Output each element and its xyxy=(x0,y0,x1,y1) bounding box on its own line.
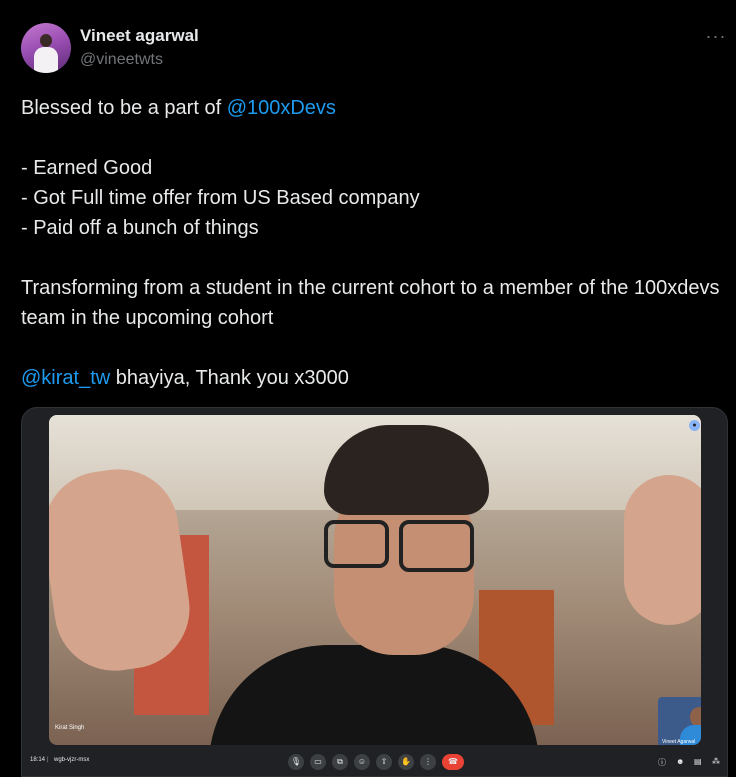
present-icon[interactable]: ⇧ xyxy=(376,754,392,770)
tweet-blank-line xyxy=(21,123,721,153)
avatar-body xyxy=(34,47,58,73)
people-icon[interactable]: ☻ xyxy=(676,757,684,766)
meet-toolbar: 18:14 | wgb-vjzr-msx 🎙 ▭ ⧉ ☺ ⇧ ✋ ⋮ ☎ ⓘ ☻… xyxy=(22,745,727,776)
glasses-right-lens xyxy=(399,520,474,572)
mic-icon[interactable]: 🎙 xyxy=(288,754,304,770)
camera-icon[interactable]: ▭ xyxy=(310,754,326,770)
meeting-separator: | xyxy=(47,757,49,763)
tweet-media[interactable]: ● Kirat Singh Vineet Agarwal 18:14 | wgb… xyxy=(21,407,728,777)
mention-link-kirat[interactable]: @kirat_tw xyxy=(21,367,110,389)
speaker-hair xyxy=(324,425,489,515)
tweet-blank-line xyxy=(21,333,721,363)
meeting-code: wgb-vjzr-msx xyxy=(54,757,90,763)
tweet-text-segment: Blessed to be a part of xyxy=(21,97,227,119)
glasses-left-lens xyxy=(324,520,389,568)
tweet-line-6: @kirat_tw bhayiya, Thank you x3000 xyxy=(21,363,721,393)
tweet-blank-line xyxy=(21,243,721,273)
author-avatar[interactable] xyxy=(21,23,71,73)
meeting-time: 18:14 xyxy=(30,757,46,763)
more-vert-icon[interactable]: ⋮ xyxy=(420,754,436,770)
info-icon[interactable]: ⓘ xyxy=(658,757,666,768)
author-name[interactable]: Vineet agarwal xyxy=(80,26,199,46)
pip-head xyxy=(690,707,701,727)
video-frame[interactable]: ● Kirat Singh Vineet Agarwal xyxy=(49,415,701,745)
tweet-text: Blessed to be a part of @100xDevs - Earn… xyxy=(21,93,721,393)
activities-icon[interactable]: ⁂ xyxy=(712,757,720,766)
more-horizontal-icon[interactable]: ··· xyxy=(704,26,728,46)
raise-hand-icon[interactable]: ✋ xyxy=(398,754,414,770)
end-call-icon[interactable]: ☎ xyxy=(442,754,464,770)
tweet-line-3: - Got Full time offer from US Based comp… xyxy=(21,187,420,209)
captions-icon[interactable]: ⧉ xyxy=(332,754,348,770)
tweet-line-4: - Paid off a bunch of things xyxy=(21,217,259,239)
audio-indicator-icon: ● xyxy=(689,420,700,431)
self-view-tile[interactable]: Vineet Agarwal xyxy=(658,697,701,745)
avatar-head xyxy=(40,34,52,47)
tweet-line-5: Transforming from a student in the curre… xyxy=(21,277,720,329)
right-hand xyxy=(624,475,701,625)
tweet-line-1: Blessed to be a part of @100xDevs xyxy=(21,93,721,123)
chat-icon[interactable]: ▤ xyxy=(694,757,702,766)
speaker-name-label: Kirat Singh xyxy=(55,725,85,731)
author-handle[interactable]: @vineetwts xyxy=(80,51,163,69)
tweet-line-2: - Earned Good xyxy=(21,157,153,179)
mention-link-100xdevs[interactable]: @100xDevs xyxy=(227,97,336,119)
emoji-icon[interactable]: ☺ xyxy=(354,754,370,770)
tweet-text-segment: bhayiya, Thank you x3000 xyxy=(110,367,349,389)
